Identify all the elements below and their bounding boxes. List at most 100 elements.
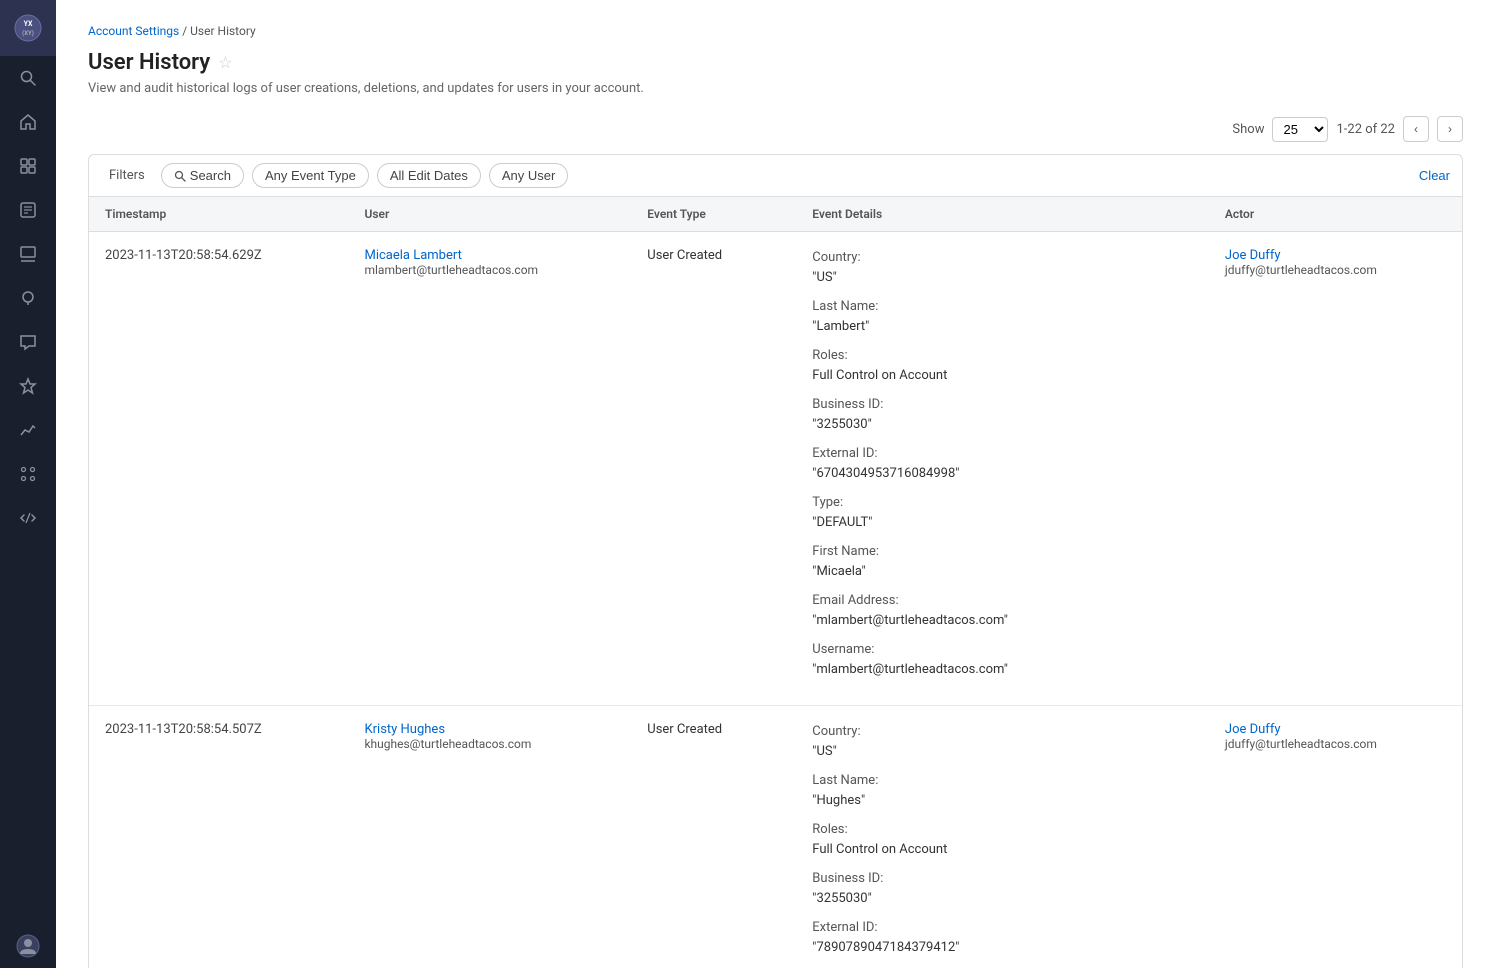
event-detail-value: "7890789047184379412" <box>812 938 1193 958</box>
event-detail-label: Business ID: <box>812 395 1193 415</box>
dashboard-icon[interactable] <box>0 232 56 276</box>
search-filter-label: Search <box>190 168 231 183</box>
filters-bar: Filters Search Any Event Type All Edit D… <box>88 154 1463 196</box>
main-content: Account Settings / User History User His… <box>56 0 1495 968</box>
cell-actor: Joe Duffyjduffy@turtleheadtacos.com <box>1209 706 1462 968</box>
page-title-row: User History ☆ <box>88 50 1463 75</box>
cell-event-type: User Created <box>631 232 796 706</box>
breadcrumb-separator: / <box>182 24 187 38</box>
breadcrumb-parent-link[interactable]: Account Settings <box>88 24 179 38</box>
favorites-icon[interactable] <box>0 364 56 408</box>
col-actor: Actor <box>1209 197 1462 232</box>
cell-event-type: User Created <box>631 706 796 968</box>
event-type-filter-label: Any Event Type <box>265 168 356 183</box>
search-filter-icon <box>174 170 186 182</box>
reports-icon[interactable] <box>0 188 56 232</box>
sidebar: YX (XY) <box>0 0 56 968</box>
event-detail-value: "DEFAULT" <box>812 513 1193 533</box>
event-detail-item: External ID:"7890789047184379412" <box>812 918 1193 957</box>
user-filter-button[interactable]: Any User <box>489 163 568 188</box>
prev-page-button[interactable]: ‹ <box>1403 116 1429 142</box>
event-detail-value: "US" <box>812 742 1193 762</box>
event-detail-label: Country: <box>812 248 1193 268</box>
content-area: Account Settings / User History User His… <box>56 0 1495 968</box>
page-description: View and audit historical logs of user c… <box>88 81 1463 96</box>
event-detail-item: Business ID:"3255030" <box>812 869 1193 908</box>
event-detail-item: Roles:Full Control on Account <box>812 346 1193 385</box>
event-detail-item: Business ID:"3255030" <box>812 395 1193 434</box>
filters-label: Filters <box>101 164 153 187</box>
event-type-filter-button[interactable]: Any Event Type <box>252 163 369 188</box>
analytics-icon[interactable] <box>0 408 56 452</box>
event-detail-item: Last Name:"Lambert" <box>812 297 1193 336</box>
clear-filters-button[interactable]: Clear <box>1419 168 1450 183</box>
user-avatar[interactable] <box>0 924 56 968</box>
event-detail-value: "US" <box>812 268 1193 288</box>
event-detail-label: Roles: <box>812 346 1193 366</box>
event-detail-value: "Micaela" <box>812 562 1193 582</box>
messages-icon[interactable] <box>0 320 56 364</box>
breadcrumb-current: User History <box>190 24 256 38</box>
show-label: Show <box>1232 122 1264 137</box>
insights-icon[interactable] <box>0 276 56 320</box>
col-event-type: Event Type <box>631 197 796 232</box>
user-name-link[interactable]: Micaela Lambert <box>364 248 461 263</box>
table-row: 2023-11-13T20:58:54.507ZKristy Hugheskhu… <box>89 706 1462 968</box>
show-per-page-select[interactable]: 25 50 100 <box>1272 117 1328 142</box>
apps-icon[interactable] <box>0 452 56 496</box>
event-detail-value: Full Control on Account <box>812 840 1193 860</box>
dates-filter-button[interactable]: All Edit Dates <box>377 163 481 188</box>
cell-timestamp: 2023-11-13T20:58:54.629Z <box>89 232 348 706</box>
integrations-icon[interactable] <box>0 144 56 188</box>
col-user: User <box>348 197 631 232</box>
breadcrumb: Account Settings / User History <box>88 24 1463 38</box>
actor-name-link[interactable]: Joe Duffy <box>1225 248 1281 263</box>
actor-email: jduffy@turtleheadtacos.com <box>1225 737 1446 751</box>
event-detail-value: "3255030" <box>812 889 1193 909</box>
user-history-table: Timestamp User Event Type Event Details … <box>89 197 1462 968</box>
event-detail-label: Last Name: <box>812 771 1193 791</box>
next-page-button[interactable]: › <box>1437 116 1463 142</box>
user-email: khughes@turtleheadtacos.com <box>364 737 615 751</box>
table-header-row: Timestamp User Event Type Event Details … <box>89 197 1462 232</box>
event-detail-label: Email Address: <box>812 591 1193 611</box>
cell-actor: Joe Duffyjduffy@turtleheadtacos.com <box>1209 232 1462 706</box>
event-detail-value: "Lambert" <box>812 317 1193 337</box>
home-icon[interactable] <box>0 100 56 144</box>
event-detail-value: "mlambert@turtleheadtacos.com" <box>812 660 1193 680</box>
page-title: User History <box>88 50 210 75</box>
event-detail-item: Username:"mlambert@turtleheadtacos.com" <box>812 640 1193 679</box>
event-detail-label: Business ID: <box>812 869 1193 889</box>
col-event-details: Event Details <box>796 197 1209 232</box>
event-detail-value: "6704304953716084998" <box>812 464 1193 484</box>
event-detail-label: External ID: <box>812 918 1193 938</box>
user-filter-label: Any User <box>502 168 555 183</box>
event-detail-item: First Name:"Micaela" <box>812 542 1193 581</box>
event-detail-item: Country:"US" <box>812 248 1193 287</box>
event-detail-value: Full Control on Account <box>812 366 1193 386</box>
user-history-table-wrapper: Timestamp User Event Type Event Details … <box>88 196 1463 968</box>
app-logo[interactable]: YX (XY) <box>0 0 56 56</box>
pagination-row: Show 25 50 100 1-22 of 22 ‹ › <box>88 116 1463 142</box>
search-filter-button[interactable]: Search <box>161 163 244 188</box>
event-detail-label: Username: <box>812 640 1193 660</box>
event-detail-item: Type:"DEFAULT" <box>812 493 1193 532</box>
event-detail-item: Country:"US" <box>812 722 1193 761</box>
event-detail-value: "Hughes" <box>812 791 1193 811</box>
dates-filter-label: All Edit Dates <box>390 168 468 183</box>
user-name-link[interactable]: Kristy Hughes <box>364 722 445 737</box>
event-detail-value: "3255030" <box>812 415 1193 435</box>
event-detail-item: External ID:"6704304953716084998" <box>812 444 1193 483</box>
developer-icon[interactable] <box>0 496 56 540</box>
search-sidebar-icon[interactable] <box>0 56 56 100</box>
favorite-star-icon[interactable]: ☆ <box>218 53 232 72</box>
cell-event-details: Country:"US" Last Name:"Lambert" Roles:Ful… <box>796 232 1209 706</box>
event-detail-label: External ID: <box>812 444 1193 464</box>
svg-text:YX: YX <box>24 20 33 28</box>
actor-name-link[interactable]: Joe Duffy <box>1225 722 1281 737</box>
user-email: mlambert@turtleheadtacos.com <box>364 263 615 277</box>
col-timestamp: Timestamp <box>89 197 348 232</box>
cell-user: Kristy Hugheskhughes@turtleheadtacos.com <box>348 706 631 968</box>
event-detail-item: Roles:Full Control on Account <box>812 820 1193 859</box>
event-detail-label: Type: <box>812 493 1193 513</box>
